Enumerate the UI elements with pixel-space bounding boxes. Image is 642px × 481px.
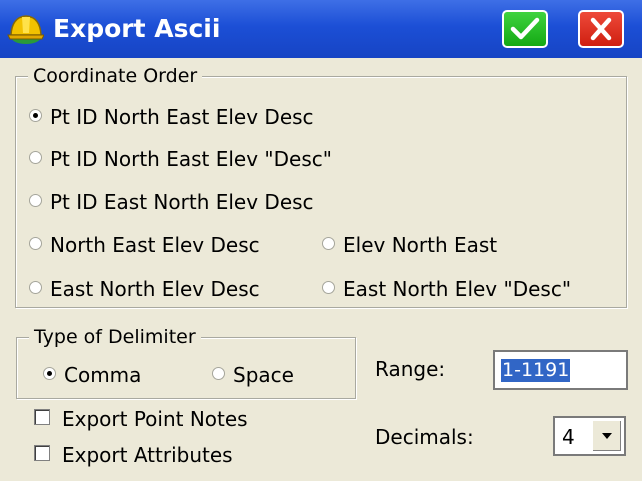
radio-button-checked[interactable] xyxy=(43,367,56,380)
range-value: 1-1191 xyxy=(501,359,571,382)
delimiter-legend: Type of Delimiter xyxy=(29,324,201,350)
option-label: Space xyxy=(233,363,294,387)
option-label: Comma xyxy=(64,363,142,387)
chevron-down-icon xyxy=(602,433,612,439)
radio-button-checked[interactable] xyxy=(29,109,42,122)
radio-button[interactable] xyxy=(29,281,42,294)
option-label: Pt ID North East Elev Desc xyxy=(50,105,314,129)
coordinate-order-legend: Coordinate Order xyxy=(28,63,203,89)
radio-button[interactable] xyxy=(212,367,225,380)
hard-hat-icon xyxy=(6,11,45,47)
decimals-value: 4 xyxy=(562,425,575,449)
option-label: Elev North East xyxy=(343,233,498,257)
checkbox[interactable] xyxy=(34,445,50,461)
option-label: East North Elev Desc xyxy=(50,277,260,301)
option-label: Pt ID East North Elev Desc xyxy=(50,190,314,214)
close-button[interactable] xyxy=(578,10,624,48)
decimals-label: Decimals: xyxy=(375,425,474,449)
decimals-select[interactable]: 4 xyxy=(553,416,626,456)
title-bar: Export Ascii xyxy=(0,0,642,58)
radio-button[interactable] xyxy=(322,281,335,294)
option-label: North East Elev Desc xyxy=(50,233,260,257)
range-label: Range: xyxy=(375,357,446,381)
range-input[interactable]: 1-1191 xyxy=(493,350,628,390)
checkmark-icon xyxy=(510,17,540,40)
export-ascii-dialog: Export Ascii Coordinate Order Pt ID Nort… xyxy=(0,0,642,481)
checkbox-label: Export Attributes xyxy=(62,443,233,467)
ok-button[interactable] xyxy=(502,10,548,48)
radio-button[interactable] xyxy=(29,151,42,164)
option-label: East North Elev "Desc" xyxy=(343,277,572,301)
dropdown-arrow-button[interactable] xyxy=(592,420,622,452)
option-label: Pt ID North East Elev "Desc" xyxy=(50,147,332,171)
checkbox[interactable] xyxy=(34,409,50,425)
radio-button[interactable] xyxy=(29,194,42,207)
radio-button[interactable] xyxy=(322,237,335,250)
radio-button[interactable] xyxy=(29,237,42,250)
x-icon xyxy=(590,17,612,41)
checkbox-label: Export Point Notes xyxy=(62,407,248,431)
window-title: Export Ascii xyxy=(53,14,221,43)
